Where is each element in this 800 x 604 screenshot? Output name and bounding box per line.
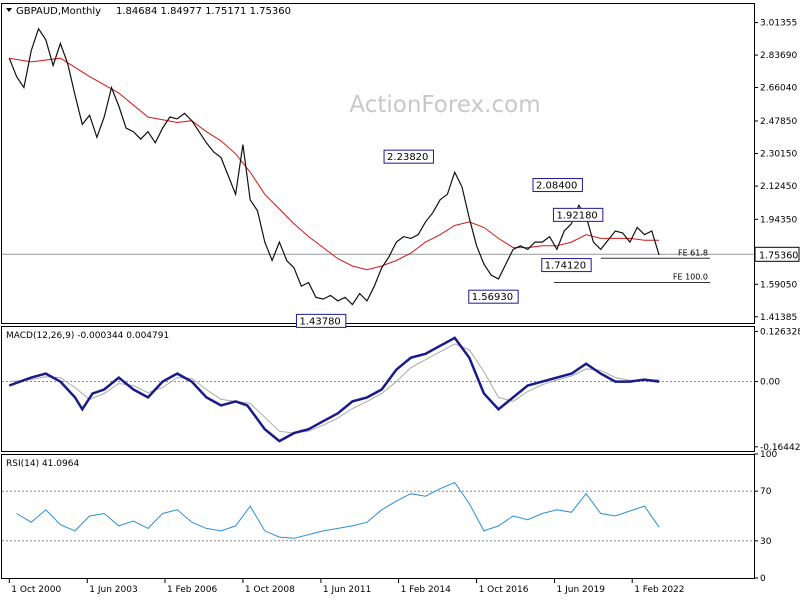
x-tick-label: 1 Oct 2000 <box>11 585 61 595</box>
price-tick-label: 1.59050 <box>760 280 797 290</box>
callout-label: 1.74120 <box>545 261 586 272</box>
x-tick-label: 1 Jun 2019 <box>557 585 606 595</box>
symbol-dropdown-icon <box>6 8 12 12</box>
price-tick-label: 1.41385 <box>760 313 797 323</box>
rsi-panel-frame <box>1 454 755 579</box>
x-tick-label: 1 Feb 2006 <box>167 585 218 595</box>
macd-title: MACD(12,26,9) -0.000344 0.004791 <box>6 331 169 341</box>
watermark: ActionForex.com <box>349 92 540 118</box>
rsi-tick-label: 0 <box>760 574 766 584</box>
price-tick-label: 2.12450 <box>760 182 797 192</box>
callout-label: 1.92180 <box>556 210 597 221</box>
ohlc-values: 1.84684 1.84977 1.75171 1.75360 <box>116 6 291 17</box>
x-tick-label: 1 Feb 2022 <box>634 585 684 595</box>
callout-label: 1.56930 <box>472 292 513 303</box>
rsi-tick-label: 30 <box>760 537 772 547</box>
fe-reference-label: FE 100.0 <box>673 273 708 282</box>
price-tick-label: 2.66040 <box>760 84 797 94</box>
x-tick-label: 1 Jun 2003 <box>89 585 137 595</box>
rsi-title: RSI(14) 41.0964 <box>6 459 79 469</box>
macd-line <box>8 336 660 443</box>
x-tick-label: 1 Oct 2008 <box>245 585 295 595</box>
price-tick-label: 2.30150 <box>760 150 797 160</box>
price-tick-label: 1.94350 <box>760 215 797 225</box>
x-tick-label: 1 Jun 2011 <box>323 585 371 595</box>
macd-tick-label: 0.126328 <box>760 327 800 337</box>
macd-tick-label: 0.00 <box>760 378 780 388</box>
price-tick-label: 3.01355 <box>760 19 797 29</box>
fe-reference-label: FE 61.8 <box>678 248 708 257</box>
x-tick-label: 1 Feb 2014 <box>401 585 452 595</box>
symbol-label: GBPAUD,Monthly <box>16 6 101 17</box>
rsi-tick-label: 100 <box>760 450 777 460</box>
price-tick-label: 2.83690 <box>760 51 797 61</box>
chart-window: ActionForex.com GBPAUD,Monthly 1.84684 1.8… <box>0 0 800 600</box>
rsi-tick-label: 70 <box>760 487 772 497</box>
gbpaud-monthly-chart: ActionForex.com GBPAUD,Monthly 1.84684 1.8… <box>1 3 800 595</box>
callout-label: 1.43780 <box>299 316 340 327</box>
price-tick-label: 2.47850 <box>760 117 797 127</box>
macd-panel-frame <box>1 326 755 452</box>
x-tick-label: 1 Oct 2016 <box>479 585 529 595</box>
current-price-label: 1.75360 <box>759 250 798 261</box>
callout-label: 2.08400 <box>536 181 577 192</box>
callout-label: 2.23820 <box>387 152 428 163</box>
